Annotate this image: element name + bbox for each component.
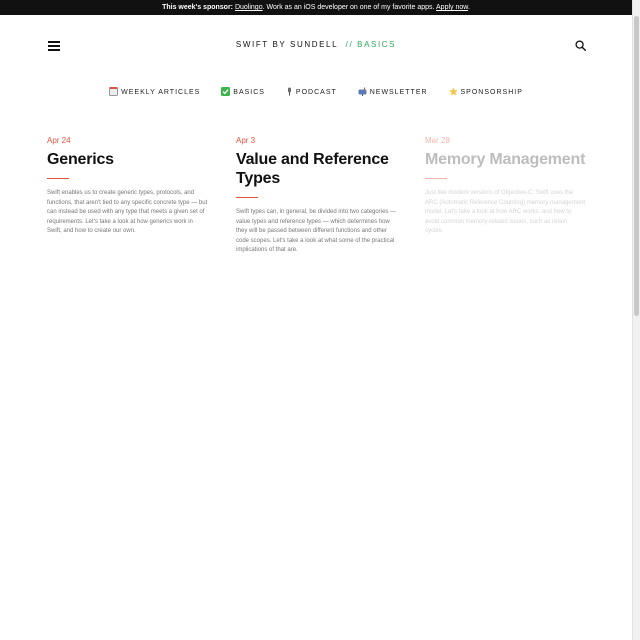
- apply-now-link[interactable]: Apply now: [436, 4, 468, 11]
- article-title[interactable]: Value and Reference Types: [236, 150, 398, 188]
- article-card[interactable]: Apr 24 Generics Swift enables us to crea…: [47, 136, 209, 237]
- site-header: SWIFT BY SUNDELL // BASICS: [0, 15, 632, 77]
- search-icon[interactable]: [575, 40, 586, 51]
- brand-section[interactable]: BASICS: [357, 40, 396, 49]
- star-icon: [448, 87, 458, 96]
- sponsor-banner: This week's sponsor: Duolingo. Work as a…: [0, 0, 632, 15]
- nav-newsletter[interactable]: NEWSLETTER: [358, 87, 428, 96]
- scroll-thumb[interactable]: [634, 16, 639, 316]
- scrollbar[interactable]: [632, 0, 640, 640]
- nav-label: WEEKLY ARTICLES: [121, 89, 201, 96]
- sponsor-lead: This week's sponsor:: [162, 4, 233, 11]
- mailbox-icon: [358, 87, 367, 96]
- divider: [236, 197, 258, 198]
- article-date: Mar 28: [425, 136, 450, 145]
- article-card[interactable]: Apr 3 Value and Reference Types Swift ty…: [236, 136, 398, 256]
- microphone-icon: [286, 87, 293, 96]
- nav-label: SPONSORSHIP: [460, 89, 523, 96]
- article-card[interactable]: Mar 28 Memory Management Just like moder…: [425, 136, 587, 237]
- article-title[interactable]: Generics: [47, 150, 209, 169]
- nav-label: NEWSLETTER: [369, 89, 428, 96]
- checkmark-icon: [221, 87, 231, 96]
- sponsor-end: .: [467, 4, 470, 11]
- nav-label: PODCAST: [295, 89, 337, 96]
- site-brand[interactable]: SWIFT BY SUNDELL // BASICS: [0, 40, 632, 49]
- article-description: Swift types can, in general, be divided …: [236, 209, 397, 254]
- article-title[interactable]: Memory Management: [425, 150, 587, 169]
- article-description: Just like modern versions of Objective-C…: [425, 190, 586, 235]
- brand-name[interactable]: SWIFT BY SUNDELL: [236, 40, 338, 49]
- calendar-icon: [109, 87, 119, 96]
- article-date: Apr 24: [47, 136, 71, 145]
- article-description: Swift enables us to create generic types…: [47, 190, 208, 235]
- main-nav: WEEKLY ARTICLES BASICS PODCAST NEWSLETTE…: [0, 87, 632, 96]
- brand-separator: //: [345, 40, 354, 49]
- nav-podcast[interactable]: PODCAST: [286, 87, 337, 96]
- nav-sponsorship[interactable]: SPONSORSHIP: [448, 87, 523, 96]
- sponsor-link[interactable]: Duolingo: [235, 4, 263, 11]
- divider: [425, 178, 447, 179]
- divider: [47, 178, 69, 179]
- nav-basics[interactable]: BASICS: [221, 87, 265, 96]
- article-date: Apr 3: [236, 136, 256, 145]
- nav-weekly-articles[interactable]: WEEKLY ARTICLES: [109, 87, 200, 96]
- sponsor-text: . Work as an iOS developer on one of my …: [262, 4, 435, 11]
- nav-label: BASICS: [233, 89, 265, 96]
